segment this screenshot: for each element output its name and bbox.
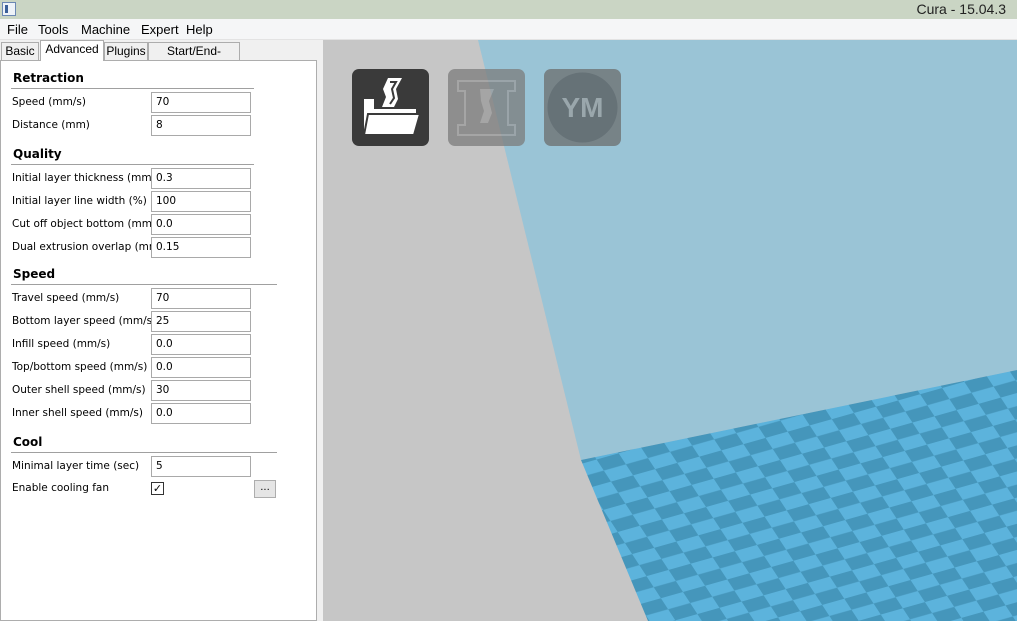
section-title-retraction: Retraction (13, 71, 84, 85)
app-icon[interactable] (2, 2, 16, 16)
bottom-layer-speed-label: Bottom layer speed (mm/s) (12, 315, 157, 327)
menu-expert[interactable]: Expert (141, 22, 179, 37)
inner-shell-speed-label: Inner shell speed (mm/s) (12, 407, 143, 419)
tab-basic[interactable]: Basic (1, 42, 39, 61)
bottom-layer-speed-input[interactable]: 25 (151, 311, 251, 332)
tab-plugins[interactable]: Plugins (104, 42, 148, 61)
tab-advanced[interactable]: Advanced (40, 40, 104, 61)
section-divider (11, 88, 254, 89)
enable-cooling-fan-label: Enable cooling fan (12, 482, 110, 494)
initial-layer-line-width-label: Initial layer line width (%) (12, 195, 147, 207)
window-title: Cura - 15.04.3 (916, 1, 1007, 17)
cut-off-object-bottom-label: Cut off object bottom (mm) (12, 218, 157, 230)
infill-speed-label: Infill speed (mm/s) (12, 338, 111, 350)
menu-help[interactable]: Help (186, 22, 213, 37)
section-divider (11, 452, 277, 453)
top-bottom-speed-label: Top/bottom speed (mm/s) (12, 361, 148, 373)
infill-speed-input[interactable]: 0.0 (151, 334, 251, 355)
section-divider (11, 164, 254, 165)
menu-file[interactable]: File (7, 22, 28, 37)
travel-speed-label: Travel speed (mm/s) (12, 292, 120, 304)
initial-layer-thickness-label: Initial layer thickness (mm) (12, 172, 156, 184)
print-button[interactable] (448, 69, 525, 146)
section-title-cool: Cool (13, 435, 43, 449)
retraction-speed-input[interactable]: 70 (151, 92, 251, 113)
menu-bar: File Tools Machine Expert Help (0, 19, 1017, 40)
cut-off-object-bottom-input[interactable]: 0.0 (151, 214, 251, 235)
ym-icon: YM (547, 72, 618, 143)
minimal-layer-time-input[interactable]: 5 (151, 456, 251, 477)
top-bottom-speed-input[interactable]: 0.0 (151, 357, 251, 378)
outer-shell-speed-input[interactable]: 30 (151, 380, 251, 401)
minimal-layer-time-label: Minimal layer time (sec) (12, 460, 140, 472)
enable-cooling-fan-checkbox[interactable]: ✓ (151, 482, 164, 495)
travel-speed-input[interactable]: 70 (151, 288, 251, 309)
load-model-button[interactable] (352, 69, 429, 146)
retraction-distance-label: Distance (mm) (12, 119, 90, 131)
ym-button[interactable]: YM (544, 69, 621, 146)
retraction-distance-input[interactable]: 8 (151, 115, 251, 136)
initial-layer-line-width-input[interactable]: 100 (151, 191, 251, 212)
title-bar: Cura - 15.04.3 (0, 0, 1017, 19)
dual-extrusion-overlap-input[interactable]: 0.15 (151, 237, 251, 258)
outer-shell-speed-label: Outer shell speed (mm/s) (12, 384, 146, 396)
cooling-fan-settings-button[interactable]: ... (254, 480, 276, 498)
section-divider (11, 284, 277, 285)
tab-start-end-gcode[interactable]: Start/End-GCode (148, 42, 240, 75)
ym-label: YM (562, 92, 604, 123)
load-model-icon (362, 78, 422, 136)
section-title-quality: Quality (13, 147, 62, 161)
section-title-speed: Speed (13, 267, 56, 281)
initial-layer-thickness-input[interactable]: 0.3 (151, 168, 251, 189)
dual-extrusion-overlap-label: Dual extrusion overlap (mm) (12, 241, 164, 253)
print-icon (457, 80, 516, 136)
3d-viewport[interactable]: YM (323, 40, 1017, 621)
retraction-speed-label: Speed (mm/s) (12, 96, 86, 108)
menu-machine[interactable]: Machine (81, 22, 130, 37)
menu-tools[interactable]: Tools (38, 22, 68, 37)
inner-shell-speed-input[interactable]: 0.0 (151, 403, 251, 424)
